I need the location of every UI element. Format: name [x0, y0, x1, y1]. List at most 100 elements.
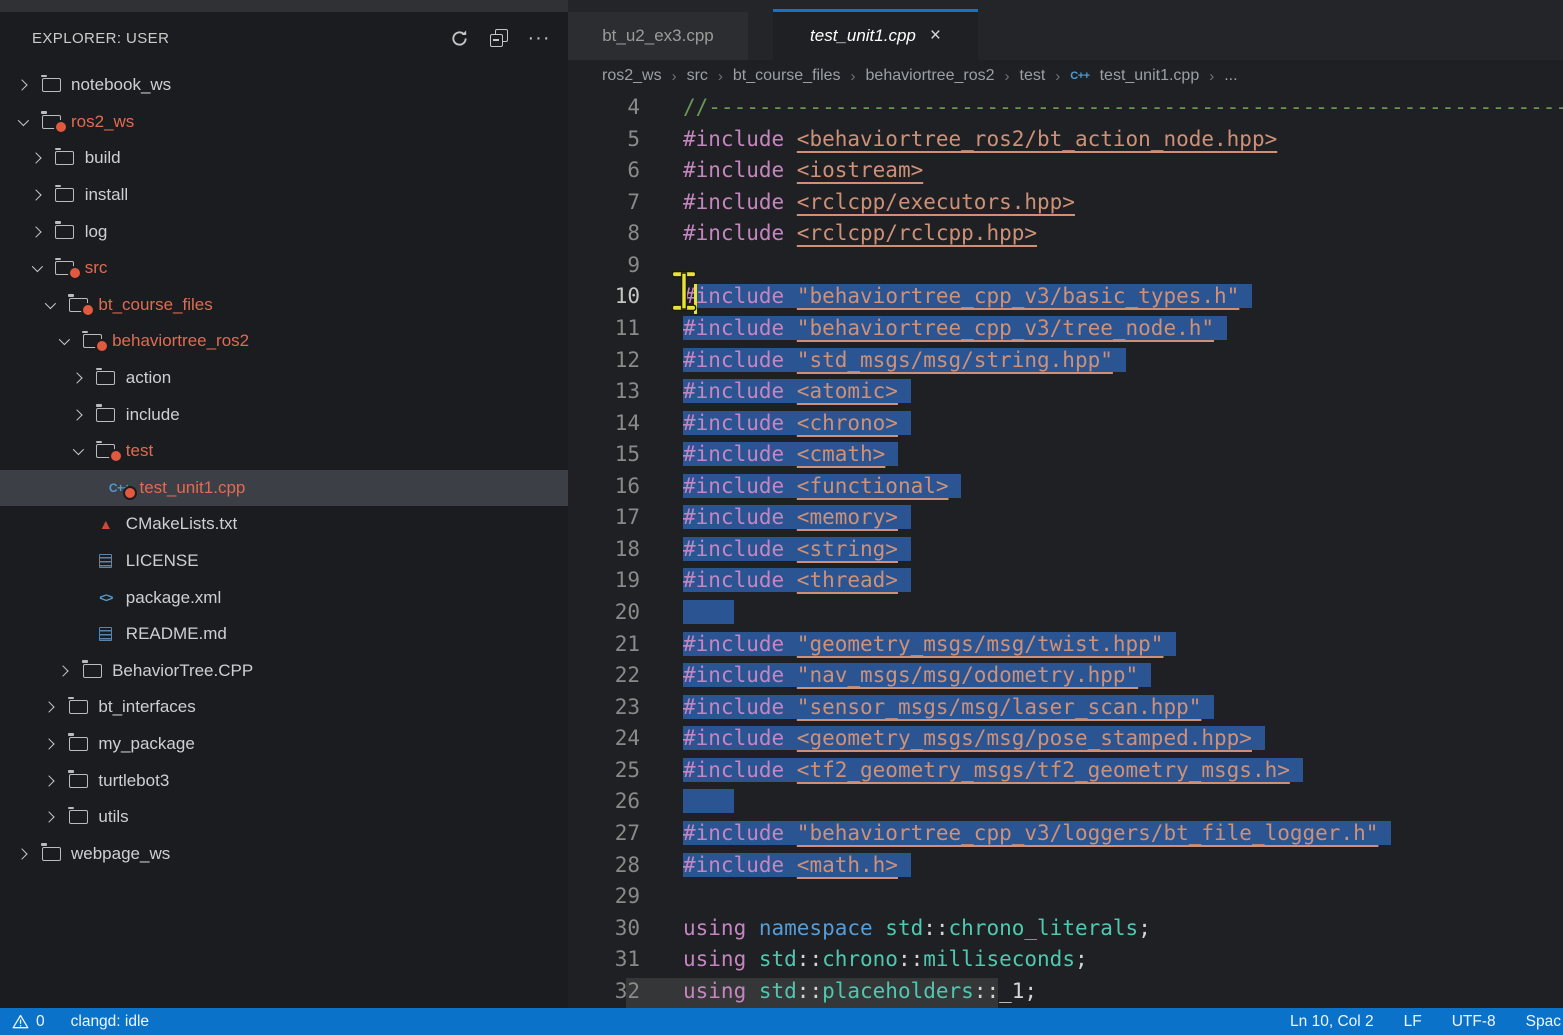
chevron-down-icon[interactable] — [53, 337, 73, 345]
chevron-right-icon[interactable] — [26, 228, 46, 236]
line-number: 13 — [568, 376, 640, 408]
folder-icon — [93, 444, 119, 458]
code-line-27[interactable]: 27#include "behaviortree_cpp_v3/loggers/… — [568, 818, 1563, 850]
chevron-right-icon[interactable] — [39, 703, 59, 711]
token: #include — [683, 442, 797, 466]
clangd-status[interactable]: clangd: idle — [71, 1013, 149, 1031]
breadcrumb-item-src[interactable]: src — [687, 67, 708, 85]
code-line-29[interactable]: 29 — [568, 881, 1563, 913]
code-line-14[interactable]: 14#include <chrono> — [568, 408, 1563, 440]
breadcrumb-overflow[interactable]: ... — [1224, 67, 1237, 85]
tree-item-CMakeLists.txt[interactable]: ▲CMakeLists.txt — [0, 506, 568, 543]
tree-item-behaviortree_ros2[interactable]: behaviortree_ros2 — [0, 323, 568, 360]
code-line-12[interactable]: 12#include "std_msgs/msg/string.hpp" — [568, 345, 1563, 377]
refresh-explorer-icon[interactable] — [448, 27, 470, 49]
tree-item-build[interactable]: build — [0, 140, 568, 177]
code-editor[interactable]: 4//-------------------------------------… — [568, 92, 1563, 1008]
tab-bt_u2_ex3.cpp[interactable]: bt_u2_ex3.cpp — [568, 12, 748, 60]
code-line-28[interactable]: 28#include <math.h> — [568, 850, 1563, 882]
tree-item-src[interactable]: src — [0, 250, 568, 287]
code-line-26[interactable]: 26 — [568, 786, 1563, 818]
tree-item-install[interactable]: install — [0, 177, 568, 214]
folder-icon — [65, 810, 91, 824]
breadcrumb-item-ros2_ws[interactable]: ros2_ws — [602, 67, 662, 85]
eol-indicator[interactable]: LF — [1404, 1013, 1422, 1031]
encoding-indicator[interactable]: UTF-8 — [1452, 1013, 1496, 1031]
tab-test_unit1.cpp[interactable]: test_unit1.cpp× — [773, 12, 978, 60]
tree-item-bt_course_files[interactable]: bt_course_files — [0, 287, 568, 324]
code-line-30[interactable]: 30using namespace std::chrono_literals; — [568, 913, 1563, 945]
tree-item-BehaviorTree.CPP[interactable]: BehaviorTree.CPP — [0, 653, 568, 690]
tree-item-turtlebot3[interactable]: turtlebot3 — [0, 762, 568, 799]
code-line-9[interactable]: 9 — [568, 250, 1563, 282]
token: <iostream> — [797, 158, 923, 182]
tree-item-include[interactable]: include — [0, 396, 568, 433]
tree-item-webpage_ws[interactable]: webpage_ws — [0, 835, 568, 872]
tree-item-ros2_ws[interactable]: ros2_ws — [0, 104, 568, 141]
tree-item-notebook_ws[interactable]: notebook_ws — [0, 67, 568, 104]
chevron-down-icon[interactable] — [67, 447, 87, 455]
breadcrumb-item-test[interactable]: test — [1020, 67, 1046, 85]
indentation-indicator[interactable]: Spac — [1526, 1013, 1561, 1031]
chevron-down-icon[interactable] — [12, 118, 32, 126]
folder-icon — [38, 847, 64, 861]
chevron-right-icon[interactable] — [39, 777, 59, 785]
code-line-31[interactable]: 31using std::chrono::milliseconds; — [568, 944, 1563, 976]
code-line-22[interactable]: 22#include "nav_msgs/msg/odometry.hpp" — [568, 660, 1563, 692]
cursor-position[interactable]: Ln 10, Col 2 — [1290, 1013, 1374, 1031]
code-line-24[interactable]: 24#include <geometry_msgs/msg/pose_stamp… — [568, 723, 1563, 755]
breadcrumb-item-bt_course_files[interactable]: bt_course_files — [733, 67, 841, 85]
tree-item-test[interactable]: test — [0, 433, 568, 470]
chevron-right-icon[interactable] — [12, 81, 32, 89]
code-line-23[interactable]: 23#include "sensor_msgs/msg/laser_scan.h… — [568, 692, 1563, 724]
breadcrumb-item-behaviortree_ros2[interactable]: behaviortree_ros2 — [866, 67, 995, 85]
code-line-17[interactable]: 17#include <memory> — [568, 502, 1563, 534]
more-actions-icon[interactable]: ··· — [528, 27, 550, 49]
token — [898, 411, 911, 435]
chevron-right-icon[interactable] — [39, 740, 59, 748]
chevron-down-icon[interactable] — [39, 301, 59, 309]
chevron-right-icon[interactable] — [26, 191, 46, 199]
tree-item-my_package[interactable]: my_package — [0, 726, 568, 763]
problems-indicator[interactable]: 0 — [12, 1013, 45, 1031]
code-line-7[interactable]: 7#include <rclcpp/executors.hpp> — [568, 187, 1563, 219]
close-icon[interactable]: × — [930, 29, 941, 43]
code-line-10[interactable]: 10#include "behaviortree_cpp_v3/basic_ty… — [568, 281, 1563, 313]
chevron-right-icon[interactable] — [67, 374, 87, 382]
chevron-right-icon[interactable] — [26, 154, 46, 162]
collapse-folders-icon[interactable] — [488, 27, 510, 49]
code-line-18[interactable]: 18#include <string> — [568, 534, 1563, 566]
chevron-right-icon[interactable] — [67, 411, 87, 419]
tree-item-LICENSE[interactable]: LICENSE — [0, 543, 568, 580]
token: <cmath> — [797, 442, 886, 466]
code-line-5[interactable]: 5#include <behaviortree_ros2/bt_action_n… — [568, 124, 1563, 156]
breadcrumb-item-file[interactable]: test_unit1.cpp — [1100, 67, 1200, 85]
code-line-19[interactable]: 19#include <thread> — [568, 565, 1563, 597]
tree-item-label: bt_course_files — [98, 295, 212, 315]
code-line-20[interactable]: 20 — [568, 597, 1563, 629]
code-line-32[interactable]: 32using std::placeholders::_1; — [568, 976, 1563, 1008]
code-line-16[interactable]: 16#include <functional> — [568, 471, 1563, 503]
tree-item-test_unit1.cpp[interactable]: C++test_unit1.cpp — [0, 470, 568, 507]
code-line-15[interactable]: 15#include <cmath> — [568, 439, 1563, 471]
chevron-right-icon[interactable] — [39, 813, 59, 821]
tree-item-package.xml[interactable]: <>package.xml — [0, 579, 568, 616]
token: <thread> — [797, 568, 898, 592]
tree-item-bt_interfaces[interactable]: bt_interfaces — [0, 689, 568, 726]
tree-item-action[interactable]: action — [0, 360, 568, 397]
code-line-21[interactable]: 21#include "geometry_msgs/msg/twist.hpp" — [568, 629, 1563, 661]
token: ; — [1075, 947, 1088, 971]
tree-item-README.md[interactable]: README.md — [0, 616, 568, 653]
code-line-4[interactable]: 4//-------------------------------------… — [568, 92, 1563, 124]
code-line-6[interactable]: 6#include <iostream> — [568, 155, 1563, 187]
code-line-8[interactable]: 8#include <rclcpp/rclcpp.hpp> — [568, 218, 1563, 250]
chevron-right-icon[interactable] — [12, 850, 32, 858]
tree-item-label: BehaviorTree.CPP — [112, 661, 253, 681]
code-line-13[interactable]: 13#include <atomic> — [568, 376, 1563, 408]
chevron-down-icon[interactable] — [26, 264, 46, 272]
code-line-11[interactable]: 11#include "behaviortree_cpp_v3/tree_nod… — [568, 313, 1563, 345]
tree-item-log[interactable]: log — [0, 213, 568, 250]
chevron-right-icon[interactable] — [53, 667, 73, 675]
tree-item-utils[interactable]: utils — [0, 799, 568, 836]
code-line-25[interactable]: 25#include <tf2_geometry_msgs/tf2_geomet… — [568, 755, 1563, 787]
